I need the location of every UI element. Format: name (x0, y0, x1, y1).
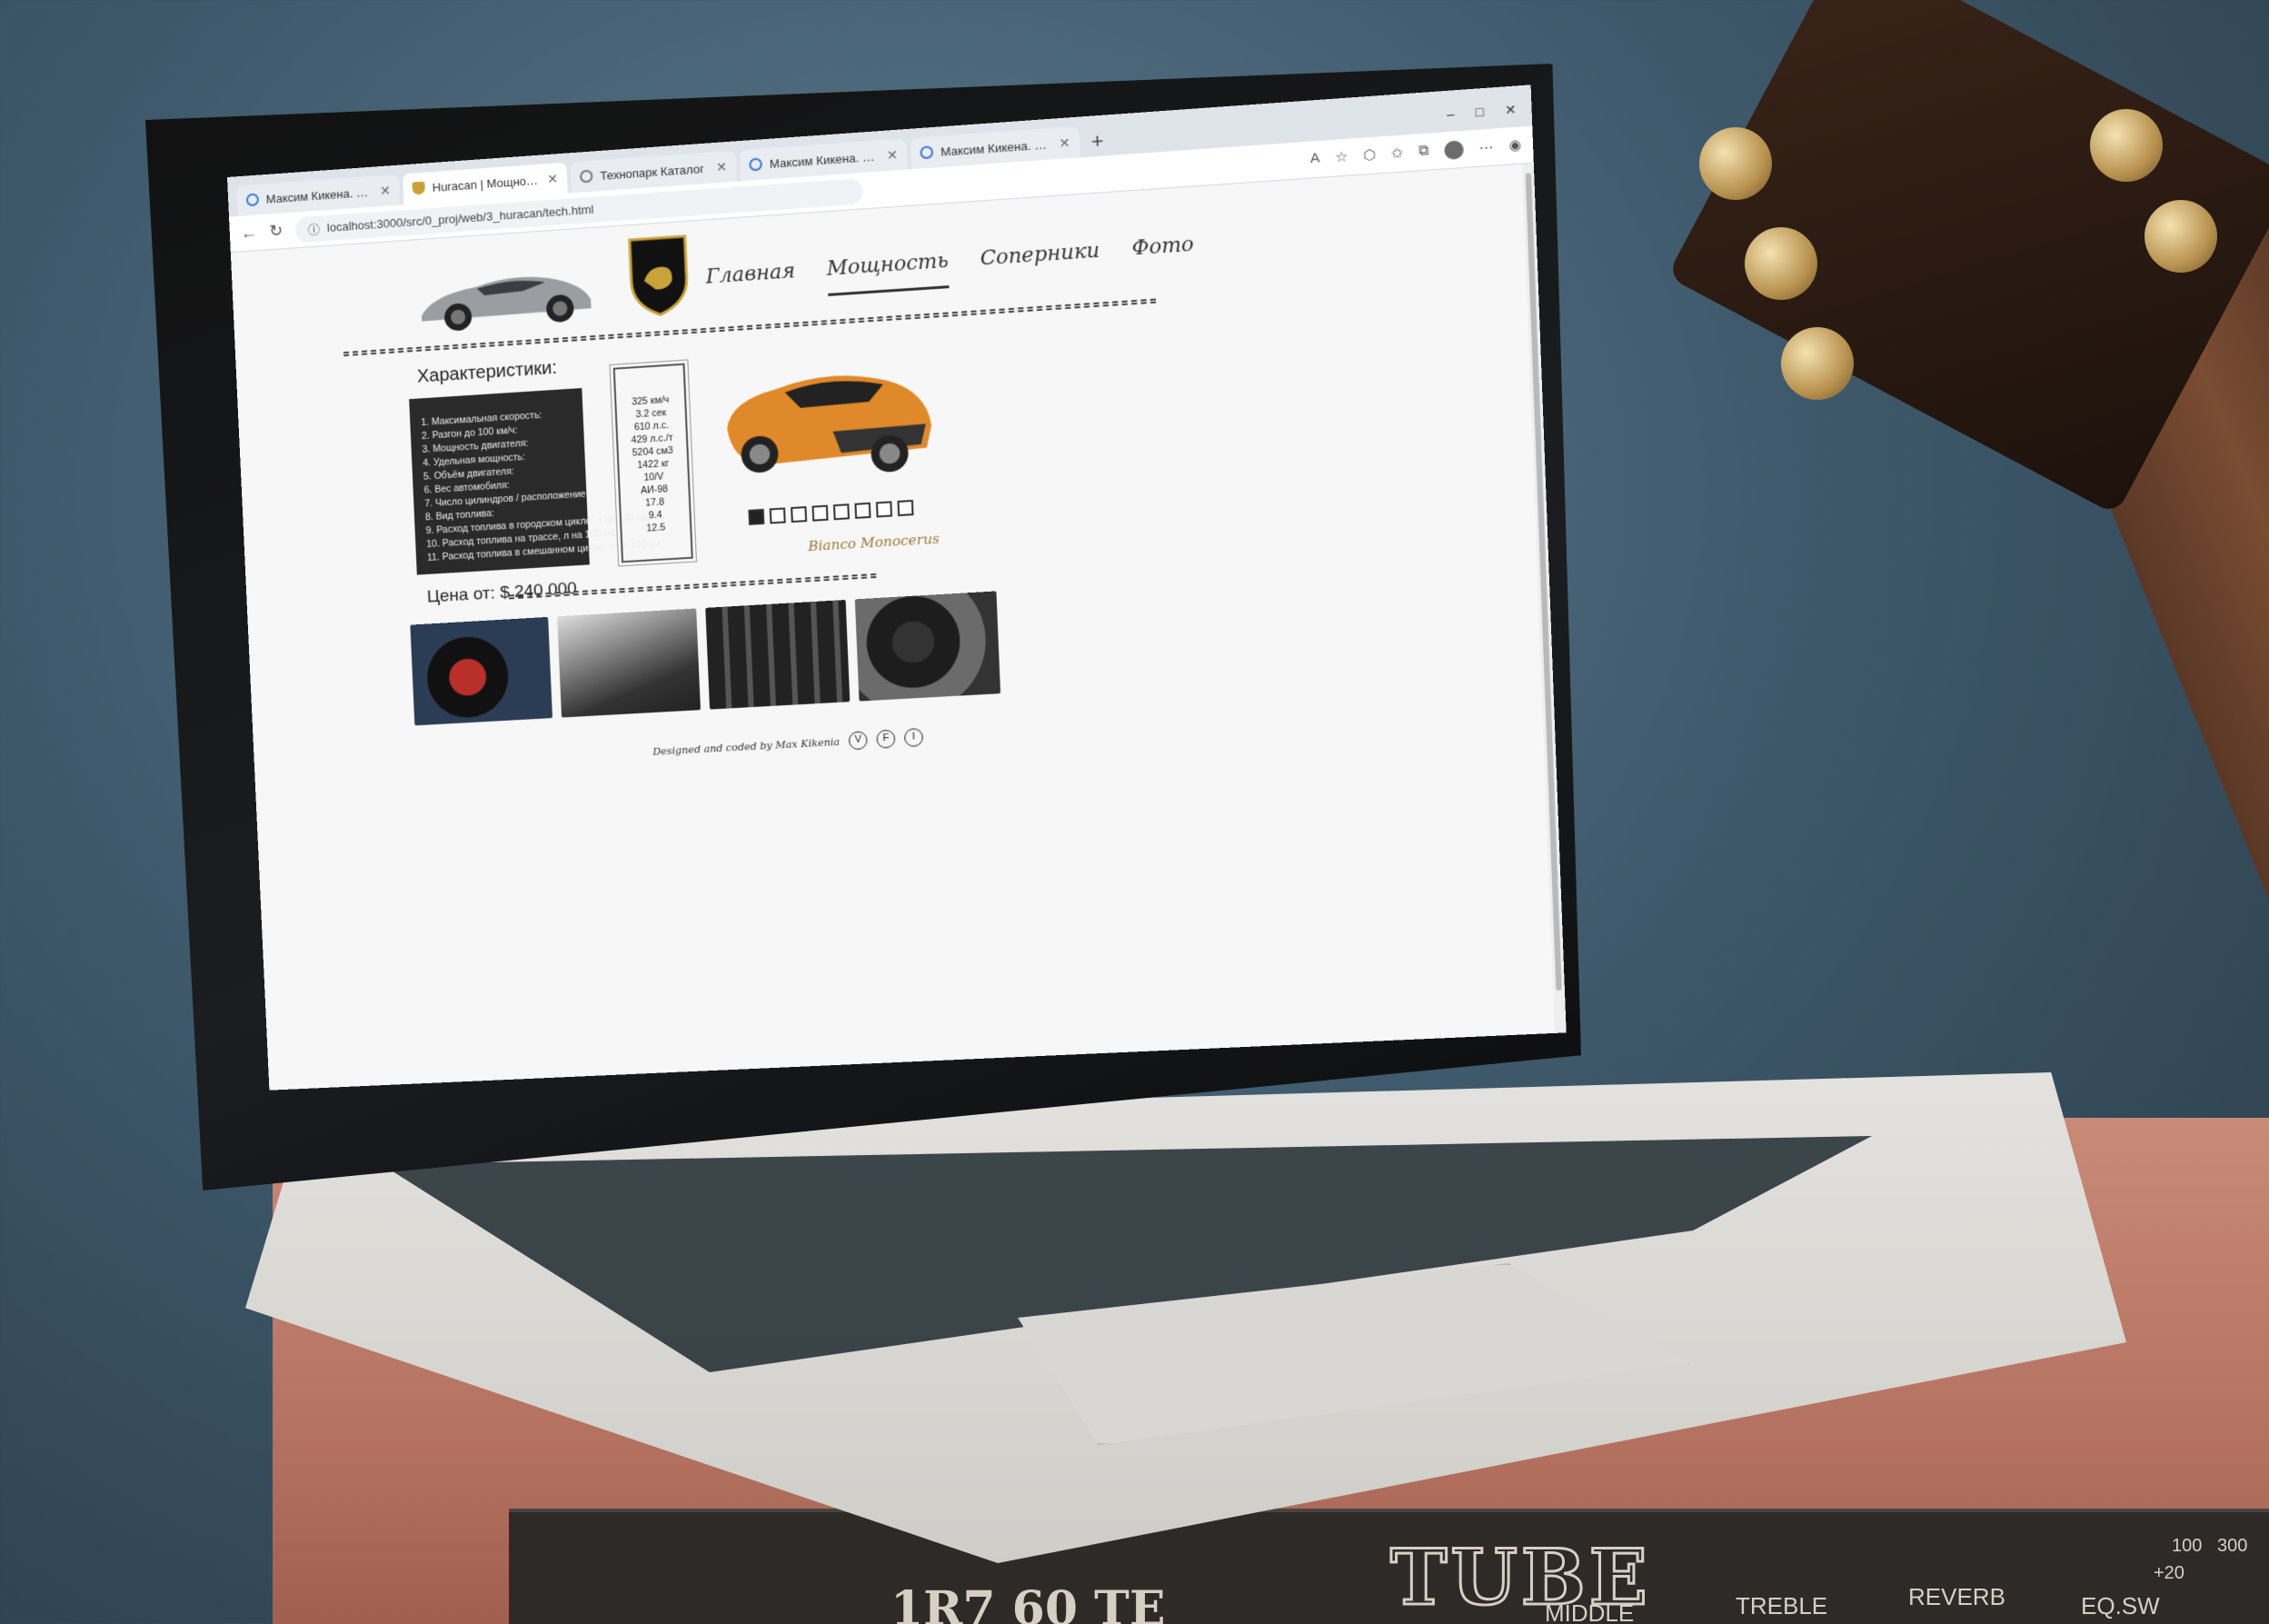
tuning-peg (1781, 327, 1854, 400)
info-icon[interactable]: ⓘ (308, 220, 321, 238)
color-swatch[interactable] (769, 507, 786, 524)
facebook-icon[interactable]: F (876, 729, 896, 749)
color-swatch[interactable] (791, 506, 808, 523)
hero-car-image (725, 370, 933, 474)
laptop-screen: Максим Кикена. Сайт. ✕ Huracan | Мощност… (227, 85, 1567, 1091)
amp-reverb-label: REVERB (1908, 1583, 2005, 1610)
back-arrow-icon[interactable]: ← (240, 223, 257, 243)
tab-title: Huracan | Мощность (432, 173, 541, 194)
copilot-icon[interactable]: ◉ (1508, 135, 1522, 155)
vk-icon[interactable]: V (848, 731, 868, 751)
tuning-peg (2090, 109, 2163, 182)
tuning-peg (2145, 200, 2217, 273)
amp-20-label: +20 (2154, 1563, 2184, 1583)
amp-treble-label: TREBLE (1736, 1592, 1828, 1619)
nav-link-rivals[interactable]: Соперники (980, 239, 1100, 285)
globe-icon (579, 169, 593, 184)
profile-avatar[interactable] (1443, 139, 1464, 160)
nav-link-photo[interactable]: Фото (1131, 233, 1195, 275)
tab-title: Максим Кикена. Сайт. (940, 136, 1052, 159)
lamborghini-logo (626, 233, 692, 319)
color-swatches (748, 499, 914, 525)
close-tab-icon[interactable]: ✕ (716, 159, 728, 175)
price-label: Цена от: (426, 583, 496, 607)
specs-list: 1. Максимальная скорость: 2. Разгон до 1… (409, 388, 662, 575)
specs-heading: Характеристики: (416, 357, 558, 387)
favorites-icon[interactable]: ✩ (1391, 144, 1404, 163)
spec-value: 12.5 (646, 522, 666, 534)
color-name: Bianco Monocerus (807, 530, 940, 555)
new-tab-button[interactable]: + (1083, 127, 1112, 157)
color-swatch[interactable] (897, 499, 914, 517)
maximize-button[interactable]: □ (1475, 105, 1484, 121)
read-aloud-icon[interactable]: A (1310, 150, 1320, 169)
spec-values: 325 км/ч 3.2 сек 610 л.с. 429 л.с./т 520… (609, 359, 698, 567)
extensions-icon[interactable]: ⬡ (1363, 145, 1377, 164)
header-car-image (420, 273, 592, 332)
amp-model-label: 1R7 60 TE (891, 1581, 1166, 1624)
collections-icon[interactable]: ⧉ (1418, 142, 1429, 161)
favorite-star-icon[interactable]: ☆ (1335, 147, 1348, 166)
minimize-button[interactable]: – (1447, 106, 1455, 123)
photo-gallery (410, 591, 1001, 726)
gallery-photo-seats[interactable] (557, 608, 701, 718)
instagram-icon[interactable]: I (903, 727, 924, 748)
web-page: Главная Мощность Соперники Фото Характер… (230, 163, 1567, 1091)
color-swatch[interactable] (811, 504, 829, 522)
main-nav: Главная Мощность Соперники Фото (705, 233, 1195, 304)
reload-icon[interactable]: ↻ (269, 221, 284, 241)
tab-title: Максим Кикена. Сайт. (265, 184, 373, 206)
edge-page-icon (749, 157, 763, 172)
tuning-peg (1745, 227, 1817, 300)
tab-title: Технопарк Каталог (600, 161, 705, 183)
gallery-photo-cockpit[interactable] (854, 591, 1001, 702)
close-window-button[interactable]: ✕ (1505, 102, 1517, 118)
tuning-peg (1699, 127, 1772, 200)
nav-link-home[interactable]: Главная (705, 260, 796, 304)
gallery-photo-console[interactable] (705, 600, 851, 710)
close-tab-icon[interactable]: ✕ (887, 146, 899, 163)
edge-page-icon (920, 145, 934, 160)
amp-300-label: 300 (2217, 1536, 2248, 1556)
edge-page-icon (245, 193, 260, 207)
color-swatch[interactable] (832, 503, 851, 521)
amp-eq-label: EQ.SW (2081, 1592, 2160, 1619)
footer-credit: Designed and coded by Max Kikenia (652, 735, 841, 758)
close-tab-icon[interactable]: ✕ (547, 171, 559, 187)
site-footer: Designed and coded by Max Kikenia V F I (652, 727, 924, 761)
close-tab-icon[interactable]: ✕ (1059, 135, 1070, 151)
color-swatch[interactable] (854, 502, 871, 519)
color-swatch[interactable] (748, 508, 765, 525)
lamborghini-icon (412, 181, 426, 195)
more-menu-icon[interactable]: ⋯ (1478, 137, 1494, 157)
nav-link-power[interactable]: Мощность (826, 249, 950, 296)
color-swatch[interactable] (875, 501, 892, 518)
browser-toolbar: A ☆ ⬡ ✩ ⧉ ⋯ ◉ (1310, 135, 1522, 169)
amp-100-label: 100 (2172, 1536, 2203, 1556)
close-tab-icon[interactable]: ✕ (380, 183, 391, 199)
amp-middle-label: MIDDLE (1545, 1599, 1635, 1624)
tab-title: Максим Кикена. Сайт. (769, 148, 881, 171)
gallery-photo-dashboard[interactable] (410, 616, 553, 726)
